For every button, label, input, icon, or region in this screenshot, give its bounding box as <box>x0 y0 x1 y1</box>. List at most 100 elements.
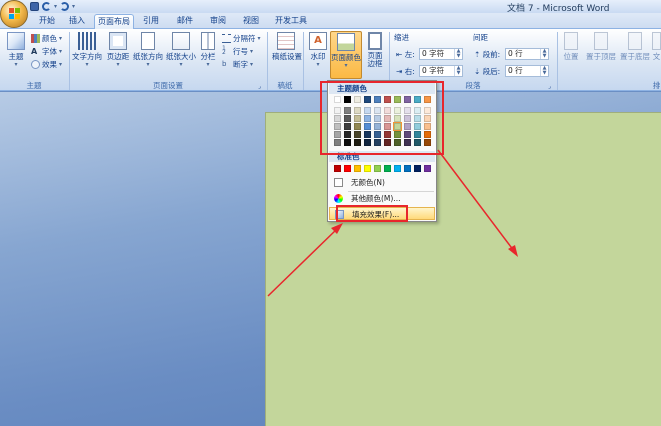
no-color-item[interactable]: 无颜色(N) <box>329 176 435 189</box>
tab-review[interactable]: 审阅 <box>205 14 231 29</box>
columns-button[interactable]: 分栏 ▾ <box>198 31 218 79</box>
position-label: 位置 <box>563 52 579 61</box>
position-button[interactable]: 位置 <box>560 31 582 79</box>
tab-view[interactable]: 视图 <box>238 14 264 29</box>
spacing-after-icon: ⇣ <box>474 67 481 76</box>
undo-icon[interactable] <box>42 2 51 11</box>
redo-icon[interactable] <box>60 2 70 11</box>
spacing-before-value: 0 行 <box>508 49 523 58</box>
tab-mailings[interactable]: 邮件 <box>172 14 198 29</box>
theme-fonts-button[interactable]: A 字体 ▾ <box>31 46 62 57</box>
tab-home[interactable]: 开始 <box>32 14 62 29</box>
page-borders-button[interactable]: 页面边框 <box>364 31 386 79</box>
standard-color-swatch[interactable] <box>404 165 411 172</box>
arrange-group-label: 排 <box>652 81 661 90</box>
document-page[interactable] <box>265 112 661 426</box>
standard-color-swatch[interactable] <box>424 165 431 172</box>
standard-color-swatch[interactable] <box>344 165 351 172</box>
chevron-down-icon: ▾ <box>257 35 261 42</box>
spacing-label: 间距 <box>473 33 488 42</box>
text-direction-button[interactable]: 文字方向 ▾ <box>72 31 102 79</box>
theme-fonts-label: 字体 <box>42 47 57 56</box>
spinner-arrows-icon[interactable]: ▲ ▼ <box>454 66 462 76</box>
theme-colors-icon <box>31 34 40 43</box>
breaks-icon <box>222 34 231 43</box>
watermark-icon: A <box>309 32 327 50</box>
page-borders-icon <box>368 32 382 50</box>
quick-access-toolbar: ▾ ▾ <box>30 1 75 12</box>
indent-right-text: 右: <box>404 67 415 76</box>
chevron-down-icon: ▾ <box>116 61 120 68</box>
columns-label: 分栏 <box>200 52 216 61</box>
text-wrap-button[interactable]: 文 <box>652 31 661 79</box>
breaks-button[interactable]: 分隔符 ▾ <box>222 33 261 44</box>
page-setup-group-label: 页面设置 <box>153 81 183 90</box>
bring-to-front-button[interactable]: 置于顶层 <box>585 31 617 79</box>
tab-references[interactable]: 引用 <box>138 14 164 29</box>
chevron-down-icon: ▾ <box>146 61 150 68</box>
standard-color-swatch[interactable] <box>414 165 421 172</box>
theme-colors-highlight-box <box>320 81 444 155</box>
indent-left-label: ⇤ 左: <box>396 49 415 60</box>
paragraph-launcher-icon[interactable]: ⌟ <box>548 81 551 92</box>
customize-qat-icon[interactable]: ▾ <box>72 3 75 10</box>
standard-color-swatch[interactable] <box>334 165 341 172</box>
chevron-down-icon: ▾ <box>250 48 254 55</box>
color-wheel-icon <box>334 194 343 203</box>
standard-color-swatch[interactable] <box>384 165 391 172</box>
draft-settings-button[interactable]: 稿纸设置 <box>272 31 302 79</box>
standard-color-swatch[interactable] <box>374 165 381 172</box>
indent-label: 缩进 <box>394 33 409 42</box>
spacing-after-label: ⇣ 段后: <box>474 66 500 77</box>
send-to-back-button[interactable]: 置于底层 <box>619 31 651 79</box>
standard-color-swatch[interactable] <box>394 165 401 172</box>
more-colors-label: 其他颜色(M)... <box>351 194 401 203</box>
bring-to-front-label: 置于顶层 <box>586 52 616 61</box>
standard-color-swatch[interactable] <box>354 165 361 172</box>
spinner-arrows-icon[interactable]: ▲ ▼ <box>540 66 548 76</box>
themes-dropdown-icon: ▾ <box>14 61 18 68</box>
hyphenation-button[interactable]: b 断字 ▾ <box>222 59 253 70</box>
fill-effects-highlight-box <box>336 205 408 222</box>
chevron-down-icon: ▾ <box>250 61 254 68</box>
tab-insert[interactable]: 插入 <box>64 14 90 29</box>
standard-color-swatch[interactable] <box>364 165 371 172</box>
chevron-down-icon: ▾ <box>59 48 63 55</box>
margins-button[interactable]: 页边距 ▾ <box>104 31 132 79</box>
text-wrap-icon <box>652 32 661 50</box>
save-icon[interactable] <box>30 2 39 11</box>
chevron-down-icon: ▾ <box>59 35 63 42</box>
office-logo-icon <box>9 8 21 20</box>
indent-right-icon: ⇥ <box>396 67 403 76</box>
more-colors-item[interactable]: 其他颜色(M)... <box>329 192 435 205</box>
group-divider <box>557 32 558 90</box>
margins-icon <box>109 32 127 50</box>
themes-button[interactable]: 主题 ▾ <box>2 31 30 79</box>
indent-left-spinner[interactable]: 0 字符 ▲ ▼ <box>419 48 463 60</box>
title-bar: ▾ ▾ 文档 7 - Microsoft Word <box>0 0 661 28</box>
theme-colors-button[interactable]: 颜色 ▾ <box>31 33 62 44</box>
line-numbers-button[interactable]: 12 行号 ▾ <box>222 46 253 57</box>
orientation-icon <box>141 32 155 50</box>
spinner-arrows-icon[interactable]: ▲ ▼ <box>540 49 548 59</box>
breaks-label: 分隔符 <box>233 34 256 43</box>
theme-effects-button[interactable]: 效果 ▾ <box>31 59 62 70</box>
no-color-icon <box>334 178 343 187</box>
watermark-button[interactable]: A 水印 ▾ <box>304 31 332 79</box>
tab-developer[interactable]: 开发工具 <box>272 14 310 29</box>
page-size-button[interactable]: 纸张大小 ▾ <box>166 31 196 79</box>
page-color-label: 页面颜色 <box>331 53 361 62</box>
spinner-arrows-icon[interactable]: ▲ ▼ <box>454 49 462 59</box>
spacing-before-label: ⇡ 段前: <box>474 49 500 60</box>
spacing-after-spinner[interactable]: 0 行 ▲ ▼ <box>505 65 549 77</box>
tab-page-layout[interactable]: 页面布局 <box>94 14 134 30</box>
text-direction-label: 文字方向 <box>72 52 102 61</box>
indent-right-spinner[interactable]: 0 字符 ▲ ▼ <box>419 65 463 77</box>
orientation-button[interactable]: 纸张方向 ▾ <box>133 31 163 79</box>
office-button[interactable] <box>0 0 28 28</box>
page-setup-launcher-icon[interactable]: ⌟ <box>258 81 261 92</box>
undo-dropdown-icon[interactable]: ▾ <box>54 3 57 10</box>
margins-label: 页边距 <box>106 52 130 61</box>
page-color-button[interactable]: 页面颜色 ▾ <box>330 31 362 79</box>
spacing-before-spinner[interactable]: 0 行 ▲ ▼ <box>505 48 549 60</box>
